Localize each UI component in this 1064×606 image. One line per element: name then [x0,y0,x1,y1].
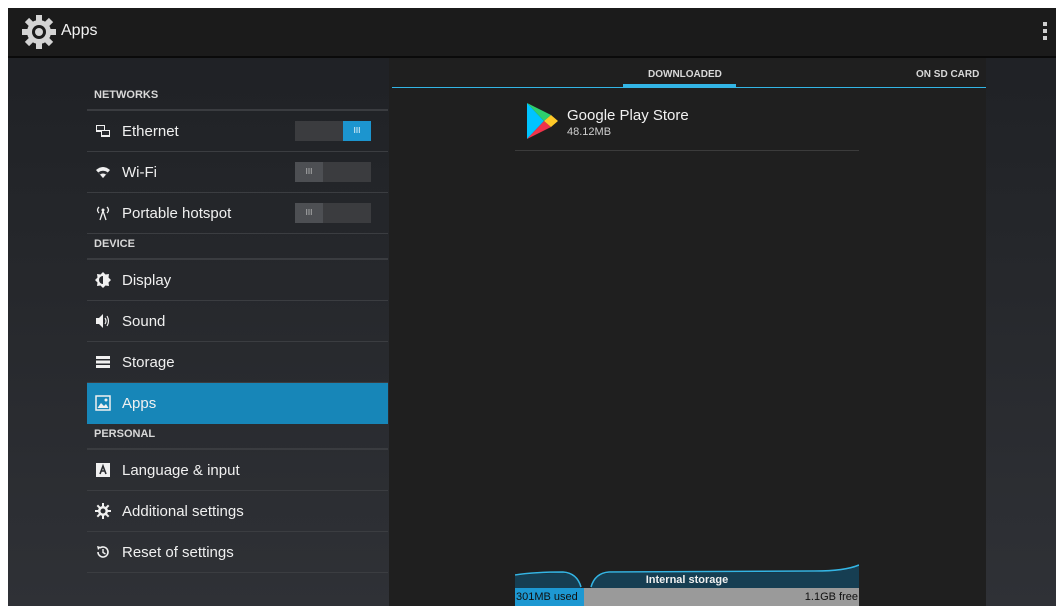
app-name: Google Play Store [567,107,689,124]
settings-item-sound[interactable]: Sound [87,301,388,342]
toggle-thumb: III [295,162,323,182]
settings-item-label: Reset of settings [122,543,234,561]
settings-item-language-input[interactable]: Language & input [87,450,388,491]
toggle-thumb: III [295,203,323,223]
settings-item-wifi[interactable]: Wi-Fi III [87,152,388,193]
section-header-personal: PERSONAL [87,424,388,450]
overflow-menu-icon[interactable] [1042,22,1048,42]
apps-icon [95,395,111,411]
action-bar: Apps [8,8,1056,56]
wifi-toggle[interactable]: III [295,162,371,182]
storage-icon [95,354,111,370]
settings-item-label: Ethernet [122,122,179,140]
settings-item-label: Apps [122,394,157,412]
storage-bar: 301MB used 1.1GB free [515,588,859,606]
storage-free-text: 1.1GB free [804,591,858,603]
settings-item-display[interactable]: Display [87,260,388,301]
settings-item-label: Additional settings [122,502,244,520]
storage-used-text: 301MB used [516,591,578,603]
additional-settings-icon [95,503,111,519]
settings-item-label: Wi-Fi [122,163,157,181]
settings-screen: Apps NETWORKS Ethernet III Wi-Fi III Por… [8,8,1056,606]
settings-item-label: Storage [122,353,175,371]
settings-gear-icon[interactable] [20,13,58,51]
settings-item-label: Language & input [122,461,240,479]
hotspot-icon [95,205,111,221]
app-list-item[interactable]: Google Play Store 48.12MB [515,98,859,151]
storage-label: Internal storage [645,574,729,586]
play-store-icon [527,103,558,139]
hotspot-toggle[interactable]: III [295,203,371,223]
settings-item-additional-settings[interactable]: Additional settings [87,491,388,532]
toggle-thumb: III [343,121,371,141]
settings-item-ethernet[interactable]: Ethernet III [87,111,388,152]
tab-divider [392,87,986,88]
ethernet-toggle[interactable]: III [295,121,371,141]
settings-list: NETWORKS Ethernet III Wi-Fi III Portable [87,85,388,573]
apps-panel: DOWNLOADED ON SD CARD Google Play Store … [389,58,986,606]
settings-item-label: Portable hotspot [122,204,232,222]
tab-on-sd-card[interactable]: ON SD CARD [916,69,979,80]
ethernet-icon [95,123,111,139]
internal-storage-meter: Internal storage 301MB used 1.1GB free [515,558,859,606]
page-title: Apps [61,22,98,39]
section-header-networks: NETWORKS [87,85,388,111]
settings-item-reset[interactable]: Reset of settings [87,532,388,573]
sound-icon [95,313,111,329]
tab-downloaded[interactable]: DOWNLOADED [648,69,722,80]
section-header-device: DEVICE [87,234,388,260]
tab-bar: DOWNLOADED ON SD CARD [389,58,986,88]
reset-icon [95,544,111,560]
display-icon [95,272,111,288]
settings-item-storage[interactable]: Storage [87,342,388,383]
app-size: 48.12MB [567,126,612,138]
settings-item-portable-hotspot[interactable]: Portable hotspot III [87,193,388,234]
settings-item-label: Display [122,271,172,289]
language-icon [95,462,111,478]
settings-item-apps[interactable]: Apps [87,383,388,424]
wifi-icon [95,164,111,180]
settings-item-label: Sound [122,312,166,330]
